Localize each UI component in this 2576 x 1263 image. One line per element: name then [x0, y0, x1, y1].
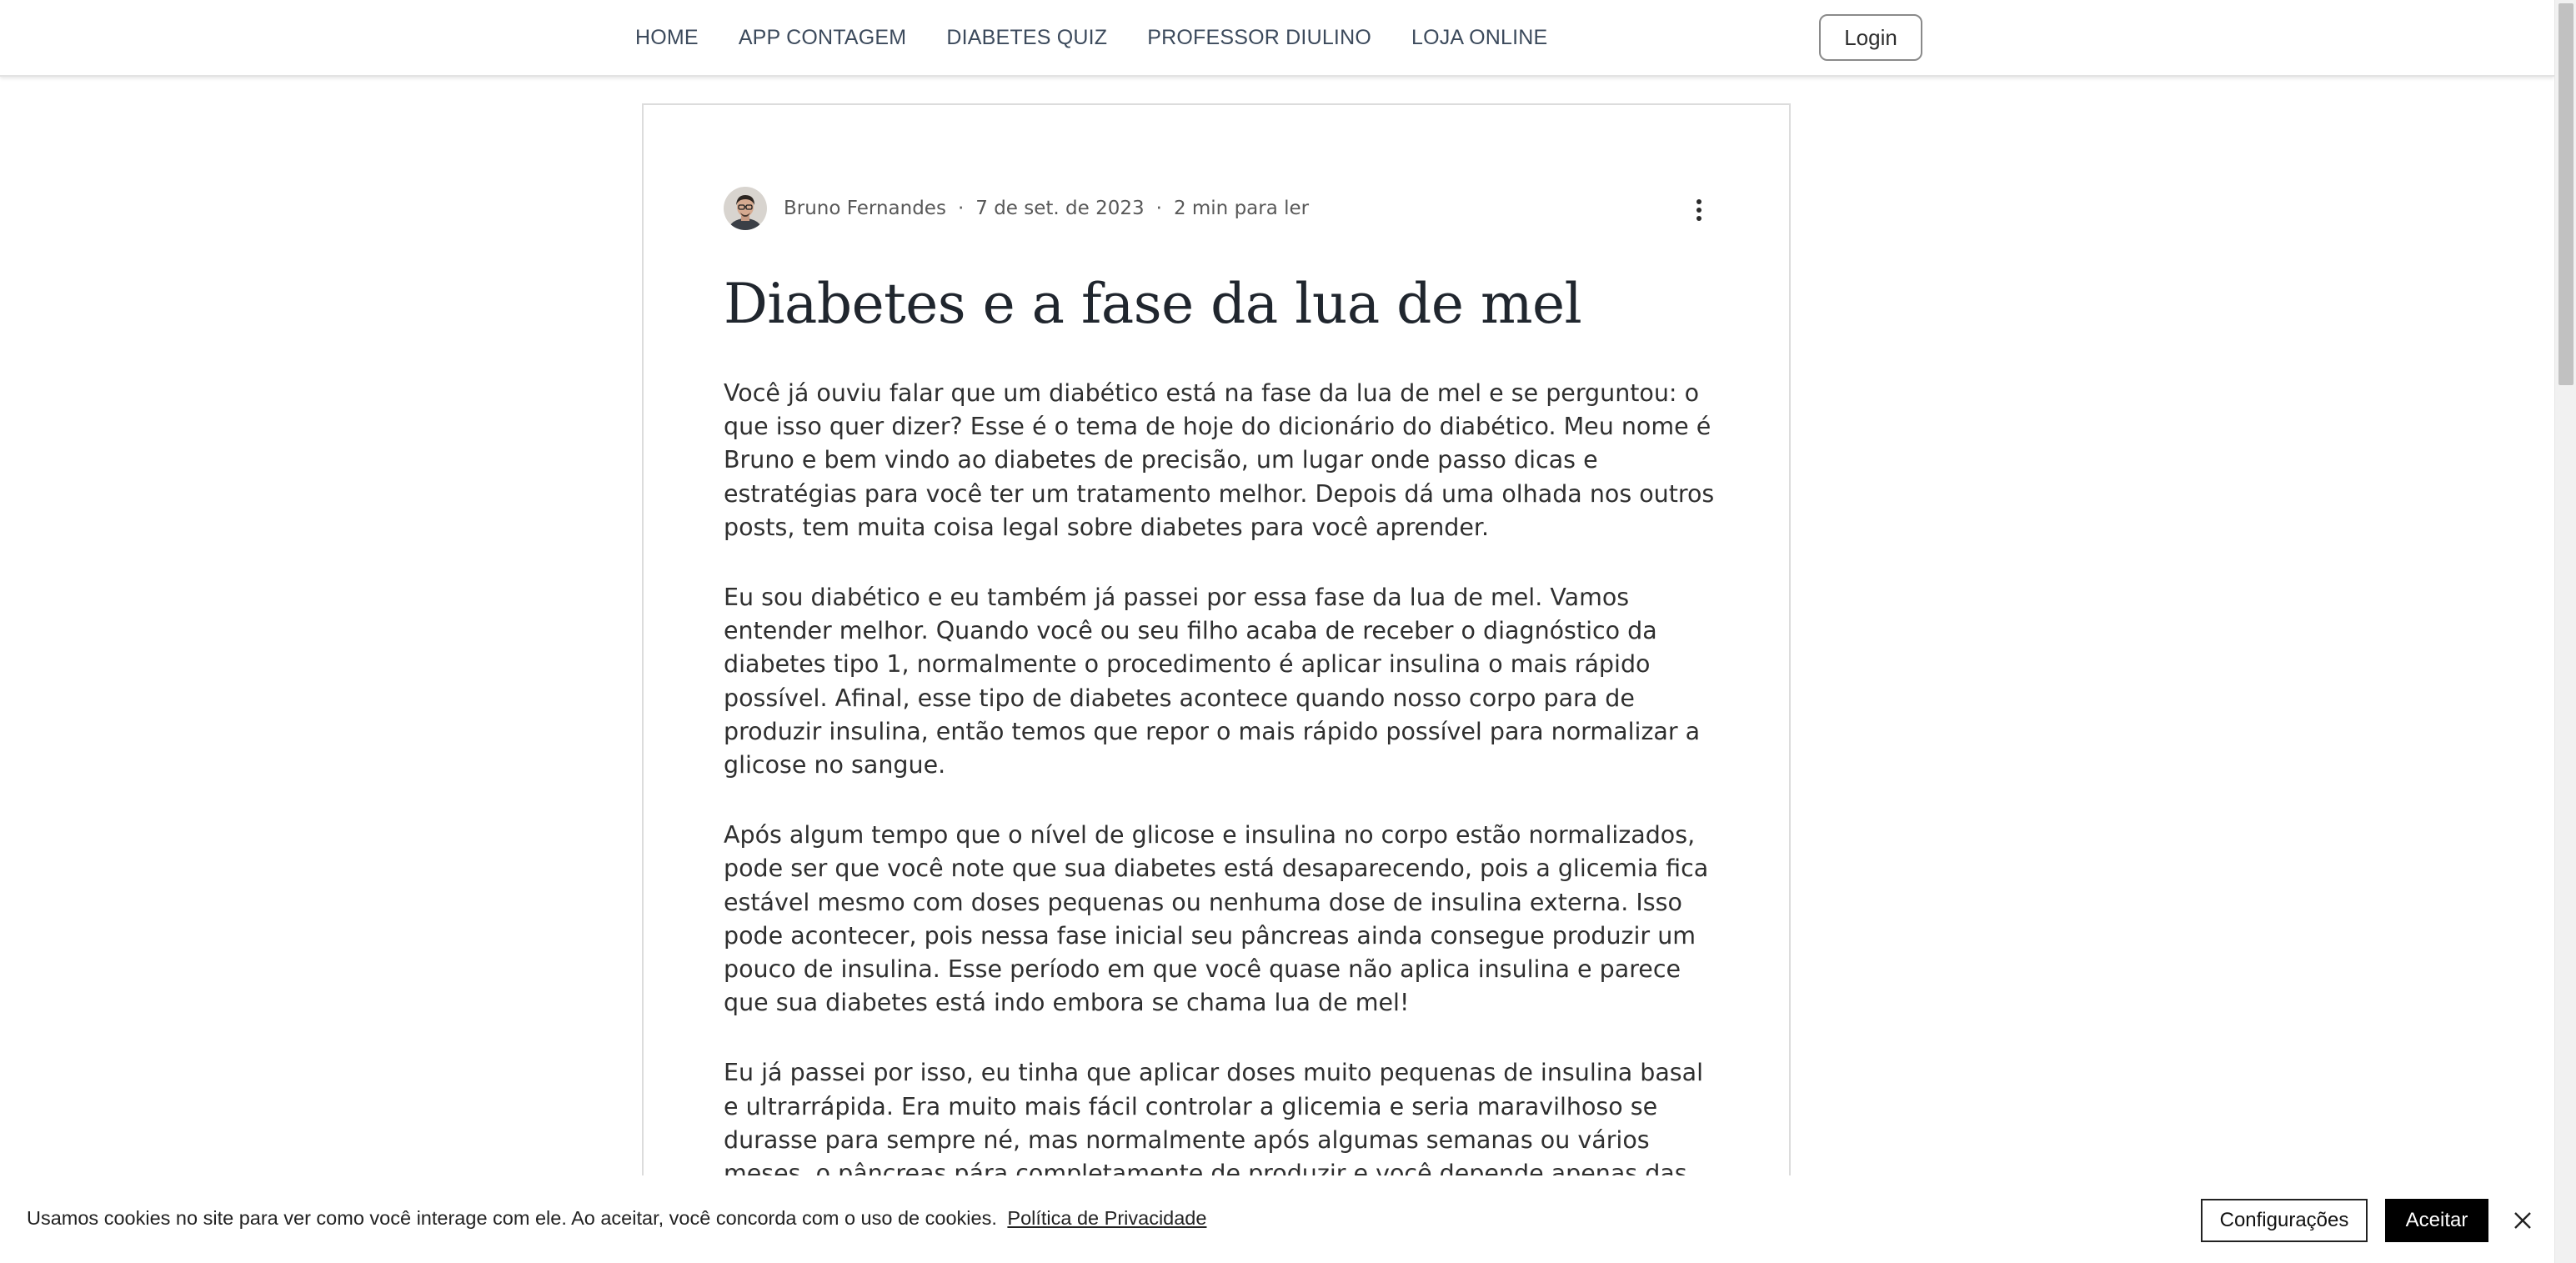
more-vertical-icon	[1696, 199, 1701, 221]
nav-item-app-contagem[interactable]: APP CONTAGEM	[739, 26, 907, 50]
post-date: 7 de set. de 2023	[975, 198, 1145, 219]
nav-item-home[interactable]: HOME	[635, 26, 699, 50]
meta-separator: ·	[957, 198, 965, 219]
page-scrollbar[interactable]	[2554, 0, 2576, 1263]
post-meta: Bruno Fernandes · 7 de set. de 2023 · 2 …	[724, 187, 1309, 230]
login-button[interactable]: Login	[1819, 14, 1922, 61]
privacy-policy-link[interactable]: Política de Privacidade	[1007, 1207, 1206, 1229]
cookie-message: Usamos cookies no site para ver como voc…	[27, 1207, 997, 1229]
cookie-settings-button[interactable]: Configurações	[2201, 1199, 2368, 1242]
post-title: Diabetes e a fase da lua de mel	[724, 272, 1582, 336]
meta-separator: ·	[1155, 198, 1162, 219]
cookie-banner: Usamos cookies no site para ver como voc…	[0, 1175, 2554, 1263]
site-header: HOME APP CONTAGEM DIABETES QUIZ PROFESSO…	[0, 0, 2554, 77]
author-avatar[interactable]	[724, 187, 767, 230]
cookie-accept-button[interactable]: Aceitar	[2385, 1199, 2488, 1242]
nav-item-loja-online[interactable]: LOJA ONLINE	[1411, 26, 1547, 50]
author-name[interactable]: Bruno Fernandes	[784, 198, 946, 219]
more-actions-button[interactable]	[1682, 193, 1716, 227]
nav-item-diabetes-quiz[interactable]: DIABETES QUIZ	[946, 26, 1107, 50]
cookie-close-button[interactable]	[2508, 1205, 2538, 1235]
post-body: Você já ouviu falar que um diabético est…	[724, 377, 1721, 1260]
scrollbar-thumb[interactable]	[2558, 3, 2573, 385]
main-nav: HOME APP CONTAGEM DIABETES QUIZ PROFESSO…	[635, 0, 1587, 75]
post-paragraph: Eu sou diabético e eu também já passei p…	[724, 584, 1701, 779]
read-time: 2 min para ler	[1173, 198, 1310, 219]
post-paragraph: Após algum tempo que o nível de glicose …	[724, 821, 1709, 1017]
post-card: Bruno Fernandes · 7 de set. de 2023 · 2 …	[642, 103, 1791, 1220]
post-paragraph: Você já ouviu falar que um diabético est…	[724, 379, 1715, 541]
nav-item-professor-diulino[interactable]: PROFESSOR DIULINO	[1147, 26, 1371, 50]
close-icon	[2514, 1212, 2531, 1229]
